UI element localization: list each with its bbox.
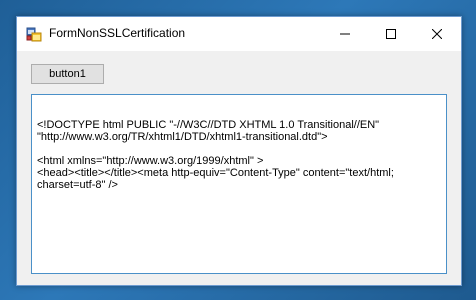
title-bar[interactable]: FormNonSSLCertification bbox=[17, 17, 461, 51]
close-icon bbox=[432, 29, 442, 39]
form-client-area: button1 <!DOCTYPE html PUBLIC "-//W3C//D… bbox=[17, 51, 461, 285]
maximize-icon bbox=[386, 29, 396, 39]
textbox-line: <!DOCTYPE html PUBLIC "-//W3C//DTD XHTML… bbox=[37, 119, 380, 131]
textbox-line: "http://www.w3.org/TR/xhtml1/DTD/xhtml1-… bbox=[37, 131, 328, 143]
textbox-line bbox=[37, 143, 440, 155]
textbox-line: <html xmlns="http://www.w3.org/1999/xhtm… bbox=[37, 155, 264, 167]
main-window: FormNonSSLCertification button1 <!DOCTYP… bbox=[16, 16, 462, 286]
close-button[interactable] bbox=[414, 17, 460, 51]
button1-button[interactable]: button1 bbox=[31, 64, 104, 84]
winforms-app-icon[interactable] bbox=[26, 26, 42, 42]
minimize-icon bbox=[340, 33, 350, 35]
textbox-line: charset=utf-8" /> bbox=[37, 179, 118, 191]
minimize-button[interactable] bbox=[322, 17, 368, 51]
maximize-button[interactable] bbox=[368, 17, 414, 51]
html-output-textbox[interactable]: <!DOCTYPE html PUBLIC "-//W3C//DTD XHTML… bbox=[31, 94, 447, 274]
window-title: FormNonSSLCertification bbox=[49, 26, 186, 40]
textbox-line: <head><title></title><meta http-equiv="C… bbox=[37, 167, 394, 179]
